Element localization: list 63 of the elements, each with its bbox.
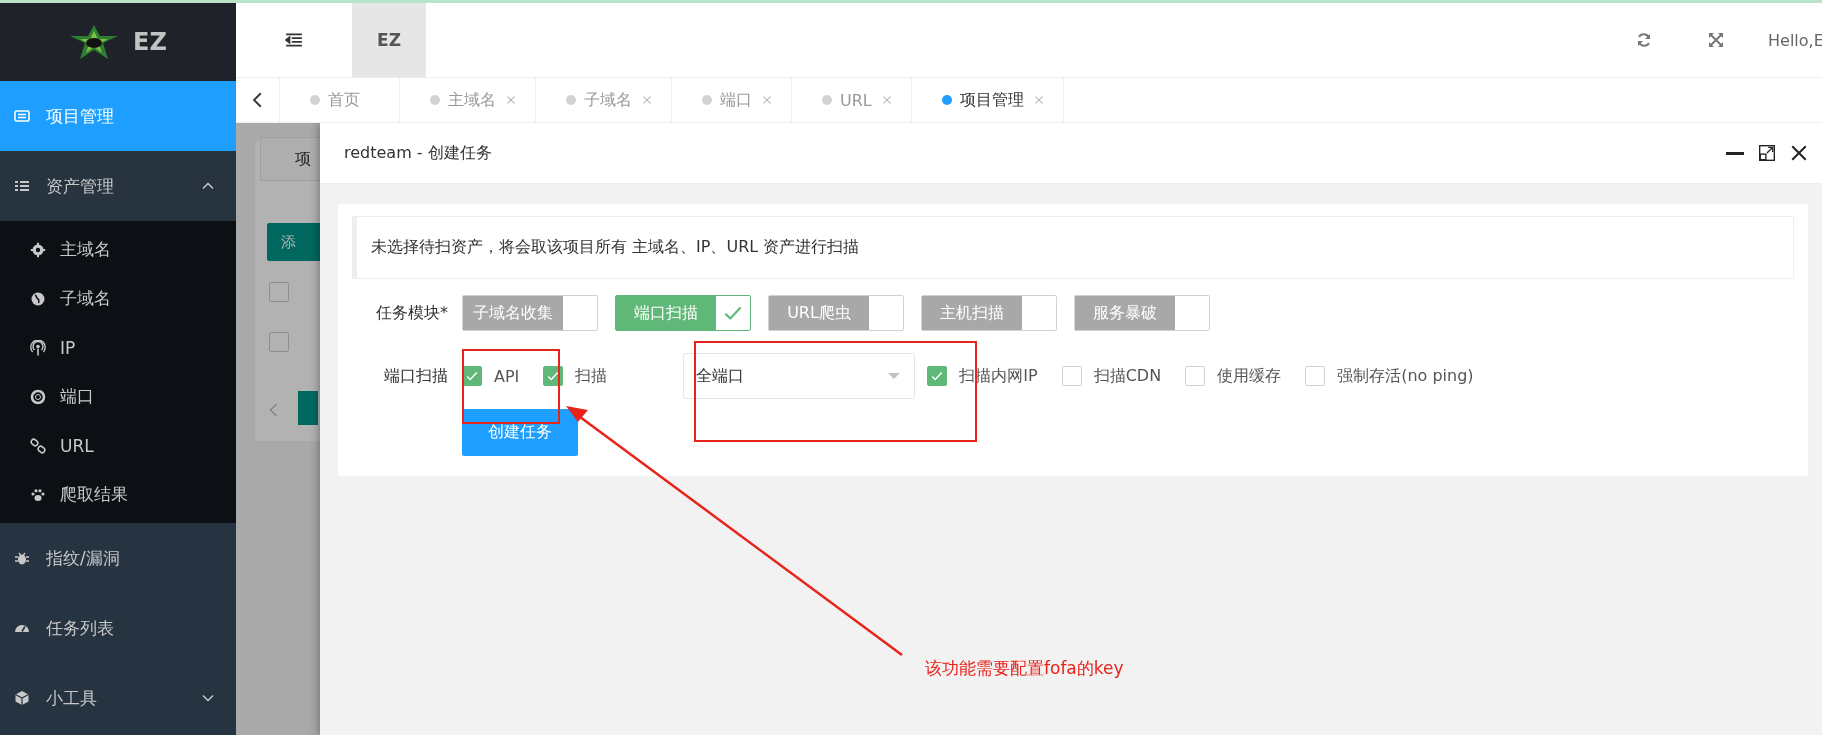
sidebar-subitem[interactable]: IP bbox=[0, 323, 236, 372]
check-icon bbox=[930, 369, 945, 383]
tab-label: 主域名 bbox=[448, 89, 496, 111]
cube-icon bbox=[14, 690, 30, 706]
maximize-icon bbox=[1758, 144, 1776, 162]
tab-label: 首页 bbox=[328, 89, 360, 111]
dot-icon bbox=[941, 95, 952, 105]
check-icon bbox=[465, 369, 479, 383]
page-tab[interactable]: 项目管理 bbox=[911, 78, 1064, 122]
sidebar-item[interactable]: 小工具 bbox=[0, 663, 236, 733]
broadcast-icon bbox=[30, 339, 46, 356]
sidebar-item[interactable]: 任务列表 bbox=[0, 593, 236, 663]
tab-label: 项目管理 bbox=[959, 89, 1024, 111]
sidebar-subitem[interactable]: 子域名 bbox=[0, 274, 236, 323]
checkbox[interactable]: API bbox=[462, 366, 520, 386]
sidebar-subitem[interactable]: 主域名 bbox=[0, 225, 236, 274]
dot-icon bbox=[822, 95, 832, 105]
minimize-icon bbox=[1726, 151, 1744, 155]
sidebar-item[interactable]: 指纹/漏洞 bbox=[0, 523, 236, 593]
dot-icon bbox=[566, 95, 576, 105]
refresh-icon bbox=[1636, 32, 1652, 48]
checkbox[interactable] bbox=[269, 282, 289, 302]
annotation-text: 该功能需要配置fofa的key bbox=[925, 657, 1124, 680]
lifebuoy-icon bbox=[30, 388, 46, 405]
menu-icon bbox=[285, 31, 303, 49]
list-icon bbox=[14, 178, 30, 194]
dialog-title: redteam - 创建任务 bbox=[344, 142, 493, 164]
field-label: 端口扫描 bbox=[383, 365, 449, 387]
logo-text: EZ bbox=[133, 28, 167, 56]
dot-icon bbox=[702, 95, 712, 105]
tab-label: URL bbox=[840, 90, 872, 110]
maximize-button[interactable] bbox=[1758, 144, 1776, 162]
expand-arrows-icon bbox=[1708, 32, 1724, 48]
dot-icon bbox=[310, 95, 320, 105]
page-button[interactable] bbox=[298, 391, 318, 425]
tab-label: 端口 bbox=[720, 89, 752, 111]
close-icon bbox=[1790, 144, 1808, 162]
user-greeting[interactable]: Hello,E bbox=[1752, 3, 1822, 77]
port-range-select[interactable]: 全端口 bbox=[683, 353, 916, 399]
check-icon bbox=[546, 369, 561, 383]
notice-text: 未选择待扫资产，将会取该项目所有 主域名、IP、URL 资产进行扫描 bbox=[352, 216, 1794, 279]
field-label: 任务模块* bbox=[375, 302, 449, 324]
minimize-button[interactable] bbox=[1726, 151, 1744, 155]
globe-icon bbox=[30, 290, 46, 307]
close-button[interactable] bbox=[1790, 144, 1808, 162]
sidebar-subitem[interactable]: 爬取结果 bbox=[0, 470, 236, 519]
bug-icon bbox=[14, 550, 30, 566]
checkbox[interactable] bbox=[269, 332, 289, 352]
star-logo-icon bbox=[69, 24, 120, 60]
link-icon bbox=[30, 437, 46, 454]
sidebar-subitem[interactable]: 端口 bbox=[0, 372, 236, 421]
tab-label: 子域名 bbox=[584, 89, 632, 111]
checkbox[interactable]: 使用缓存 bbox=[1185, 365, 1282, 387]
gear-icon bbox=[30, 241, 46, 258]
paw-icon bbox=[30, 486, 46, 503]
checkbox[interactable]: 扫描 bbox=[543, 365, 608, 387]
sidebar-subitem[interactable]: URL bbox=[0, 421, 236, 470]
checkbox[interactable]: 强制存活(no ping) bbox=[1305, 365, 1474, 387]
app-tab[interactable]: EZ bbox=[352, 3, 426, 77]
checkbox[interactable]: 扫描CDN bbox=[1061, 365, 1162, 387]
list-card-icon bbox=[14, 108, 30, 124]
checkbox[interactable]: 扫描内网IP bbox=[927, 365, 1038, 387]
dot-icon bbox=[430, 95, 440, 105]
